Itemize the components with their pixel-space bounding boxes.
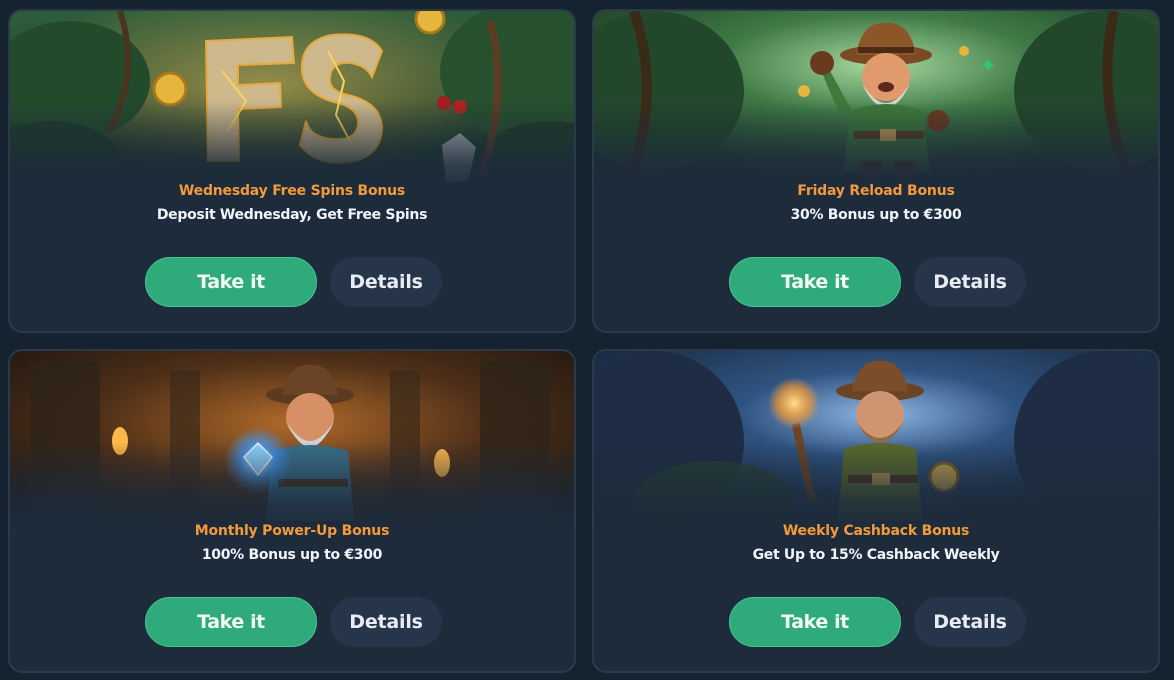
bonus-title: Wednesday Free Spins Bonus <box>178 183 406 199</box>
bonus-card: Weekly Cashback Bonus Get Up to 15% Cash… <box>592 349 1160 673</box>
details-button[interactable]: Details <box>330 597 442 647</box>
bonus-title: Weekly Cashback Bonus <box>782 523 970 539</box>
bonus-subtitle: Deposit Wednesday, Get Free Spins <box>156 207 428 223</box>
bonus-title: Monthly Power-Up Bonus <box>194 523 390 539</box>
bonus-banner-reload <box>594 11 1158 191</box>
diamond-icon <box>243 441 273 477</box>
take-it-button[interactable]: Take it <box>729 257 901 307</box>
bonus-card: Wednesday Free Spins Bonus Deposit Wedne… <box>8 9 576 333</box>
bonus-grid: Wednesday Free Spins Bonus Deposit Wedne… <box>0 0 1174 680</box>
bonus-title: Friday Reload Bonus <box>797 183 955 199</box>
bonus-card: Monthly Power-Up Bonus 100% Bonus up to … <box>8 349 576 673</box>
bonus-banner-cashback <box>594 351 1158 531</box>
bonus-subtitle: Get Up to 15% Cashback Weekly <box>752 547 1000 563</box>
bonus-banner-free-spins <box>10 11 574 191</box>
explorer-character-icon <box>836 360 924 521</box>
compass-icon <box>928 461 960 493</box>
take-it-button[interactable]: Take it <box>729 597 901 647</box>
details-button[interactable]: Details <box>914 257 1026 307</box>
bonus-subtitle: 100% Bonus up to €300 <box>201 547 383 563</box>
details-button[interactable]: Details <box>330 257 442 307</box>
bonus-card: Friday Reload Bonus 30% Bonus up to €300… <box>592 9 1160 333</box>
bonus-subtitle: 30% Bonus up to €300 <box>790 207 962 223</box>
take-it-button[interactable]: Take it <box>145 597 317 647</box>
take-it-button[interactable]: Take it <box>145 257 317 307</box>
details-button[interactable]: Details <box>914 597 1026 647</box>
explorer-character-icon <box>266 364 354 521</box>
bonus-banner-power-up <box>10 351 574 531</box>
